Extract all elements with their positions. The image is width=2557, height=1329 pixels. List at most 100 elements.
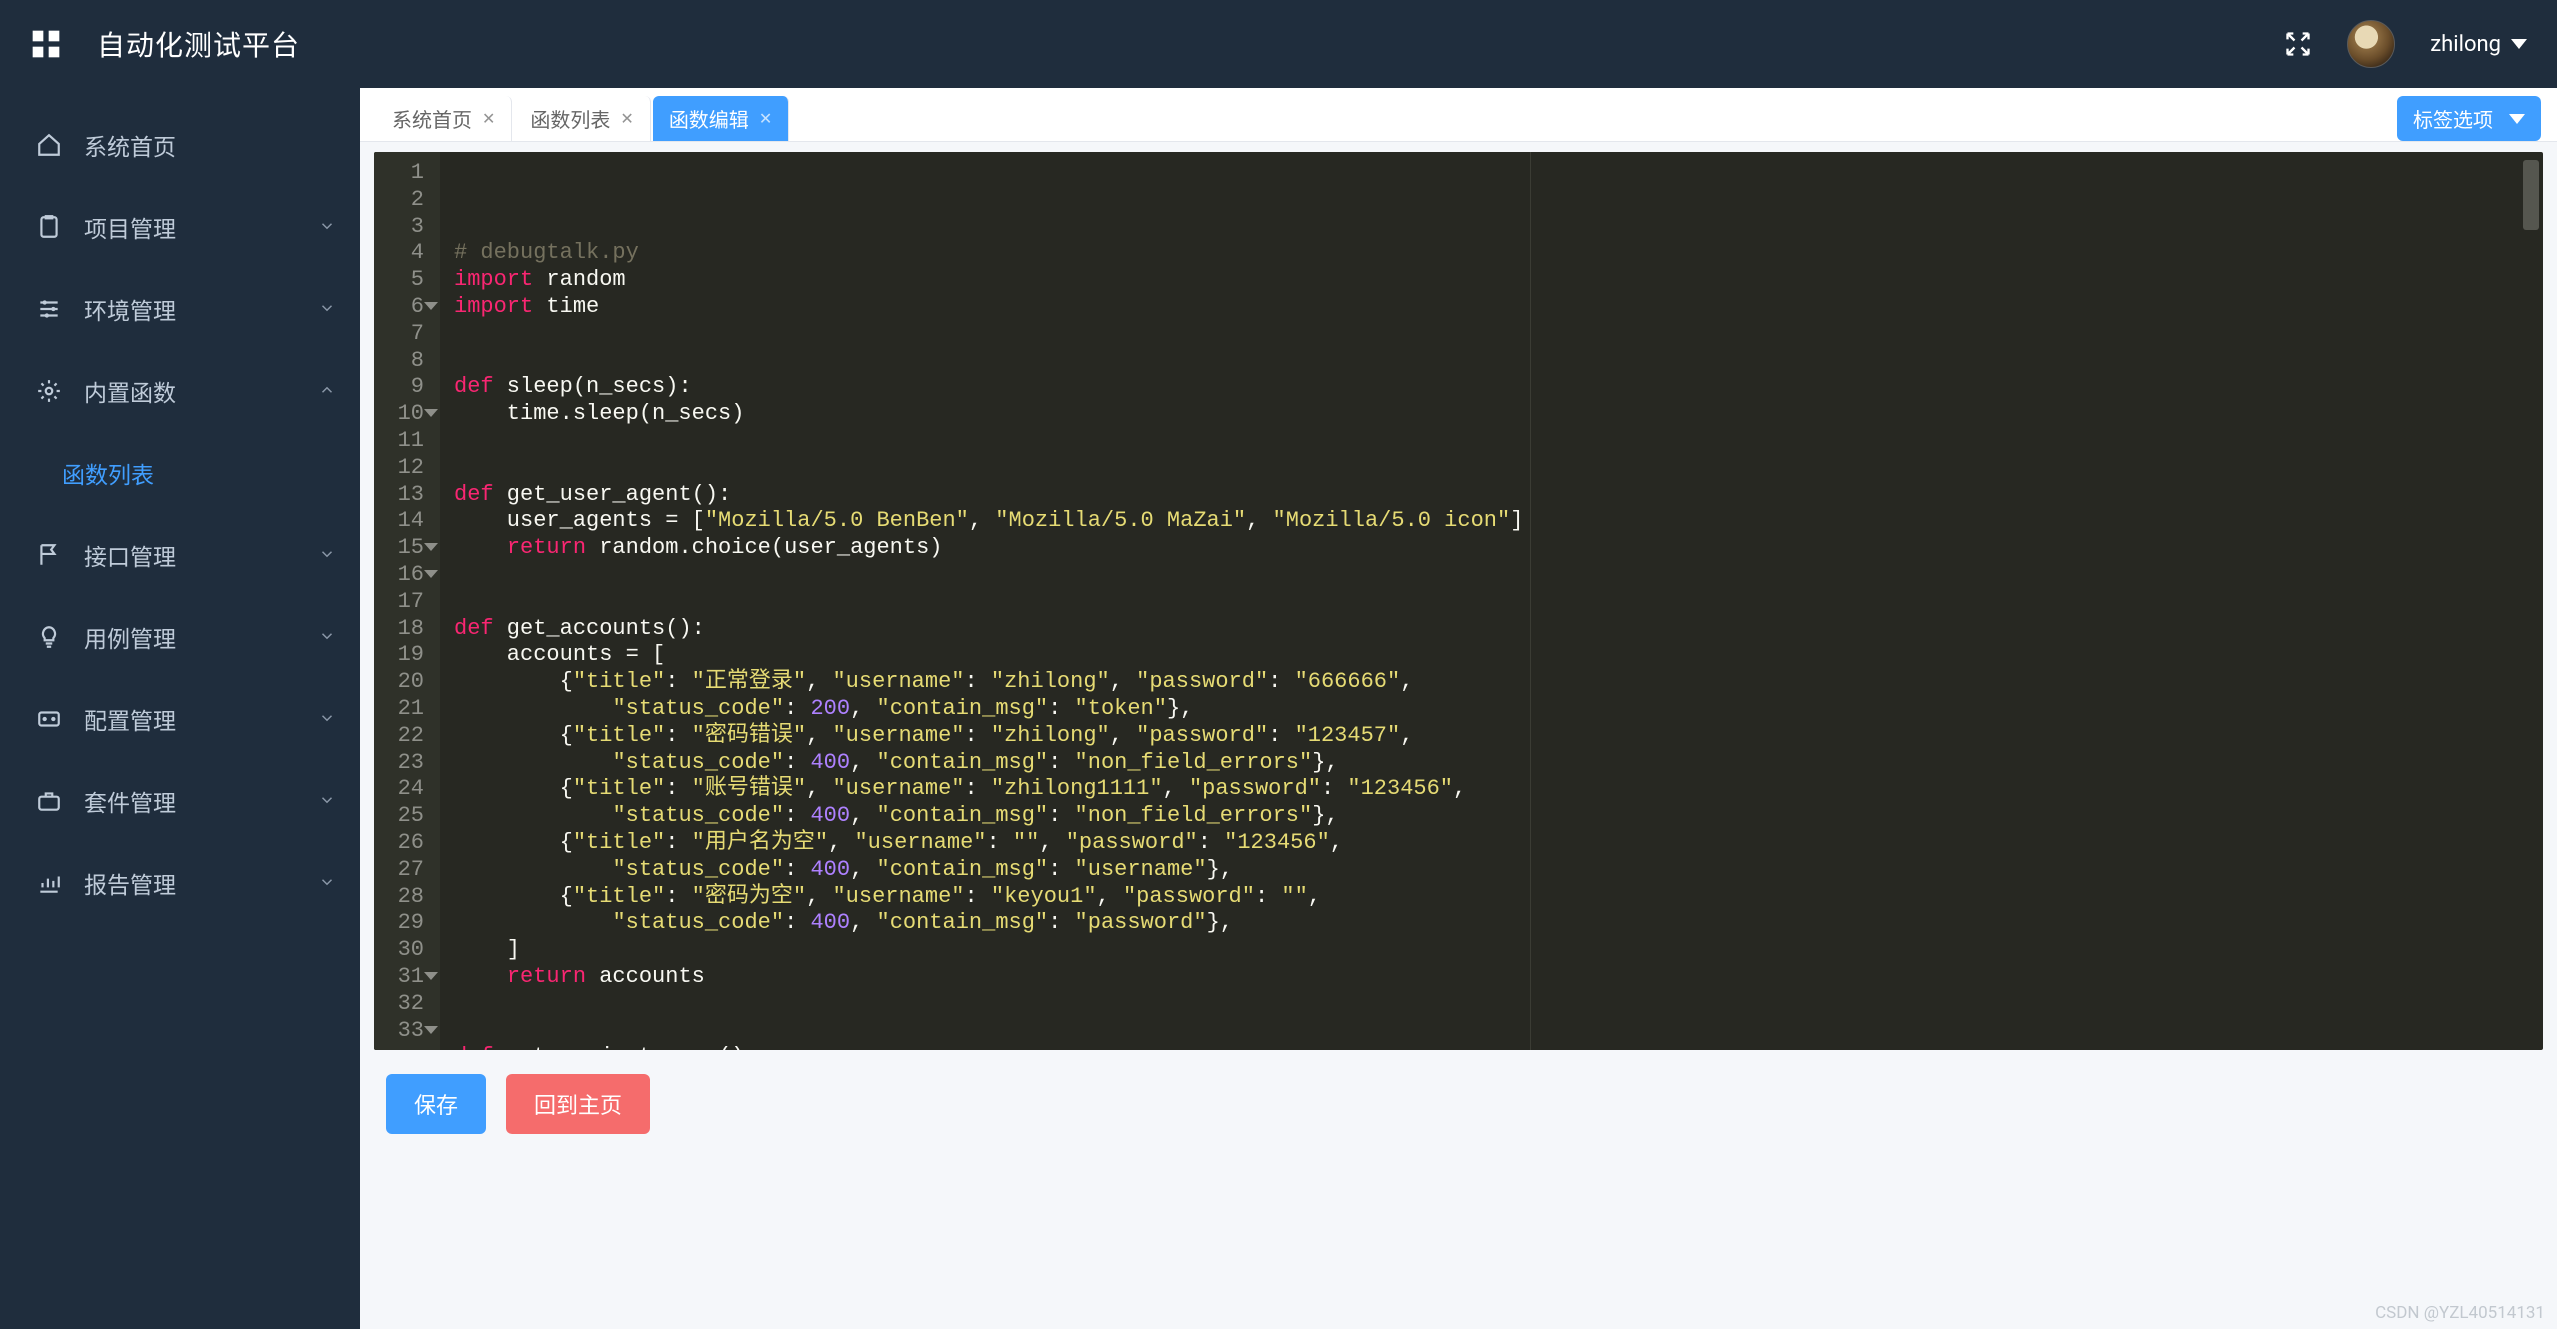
sidebar-item-0[interactable]: 系统首页 [0, 104, 360, 186]
line-number: 25 [374, 803, 428, 830]
chevron-down-icon [2511, 39, 2527, 49]
close-icon[interactable]: ✕ [620, 109, 633, 128]
apps-icon[interactable] [30, 28, 62, 60]
line-number: 14 [374, 508, 428, 535]
main: 系统首页✕函数列表✕函数编辑✕ 标签选项 1234567891011121314… [360, 88, 2557, 1329]
sidebar-item-label: 配置管理 [84, 702, 176, 736]
editor-code[interactable]: # debugtalk.pyimport randomimport time d… [440, 152, 2543, 1050]
code-line [454, 348, 2543, 375]
gear-icon [36, 378, 62, 404]
line-number: 26 [374, 830, 428, 857]
sidebar-item-4[interactable]: 接口管理 [0, 514, 360, 596]
line-number: 32 [374, 991, 428, 1018]
sidebar-subitem-function-list[interactable]: 函数列表 [0, 432, 360, 514]
code-line: def get_user_agent(): [454, 482, 2543, 509]
code-line: "status_code": 200, "contain_msg": "toke… [454, 696, 2543, 723]
sidebar-item-label: 用例管理 [84, 620, 176, 654]
editor-gutter: 1234567891011121314151617181920212223242… [374, 152, 440, 1050]
line-number: 9 [374, 374, 428, 401]
close-icon[interactable]: ✕ [482, 109, 495, 128]
sidebar-item-6[interactable]: 配置管理 [0, 678, 360, 760]
line-number: 24 [374, 776, 428, 803]
code-line: accounts = [ [454, 642, 2543, 669]
sidebar-item-2[interactable]: 环境管理 [0, 268, 360, 350]
code-line: def get_accounts(): [454, 616, 2543, 643]
line-number: 16 [374, 562, 428, 589]
scrollbar-thumb[interactable] [2523, 160, 2539, 230]
flag-icon [36, 542, 62, 568]
tab-options-button[interactable]: 标签选项 [2397, 96, 2541, 141]
config-icon [36, 706, 62, 732]
sidebar-item-label: 内置函数 [84, 374, 176, 408]
tab-1[interactable]: 函数列表✕ [514, 96, 650, 141]
sliders-icon [36, 296, 62, 322]
avatar[interactable] [2347, 20, 2395, 68]
line-number: 28 [374, 884, 428, 911]
line-number: 33 [374, 1018, 428, 1045]
code-line: {"title": "账号错误", "username": "zhilong11… [454, 776, 2543, 803]
code-line: # debugtalk.py [454, 240, 2543, 267]
expand-icon [318, 296, 336, 323]
expand-icon [318, 542, 336, 569]
back-button[interactable]: 回到主页 [506, 1074, 650, 1134]
user-dropdown[interactable]: zhilong [2430, 32, 2527, 57]
sidebar: 系统首页项目管理环境管理内置函数函数列表接口管理用例管理配置管理套件管理报告管理 [0, 88, 360, 1329]
tab-0[interactable]: 系统首页 ✕ [376, 96, 512, 141]
expand-icon [318, 214, 336, 241]
sidebar-item-5[interactable]: 用例管理 [0, 596, 360, 678]
line-number: 18 [374, 616, 428, 643]
line-number: 11 [374, 428, 428, 455]
code-line [454, 455, 2543, 482]
tab-2[interactable]: 函数编辑 ✕ [653, 96, 789, 141]
line-number: 19 [374, 642, 428, 669]
line-number: 7 [374, 321, 428, 348]
code-line: import random [454, 267, 2543, 294]
line-number: 23 [374, 750, 428, 777]
expand-icon [318, 870, 336, 897]
footer-buttons: 保存 回到主页 [360, 1050, 2557, 1134]
save-button[interactable]: 保存 [386, 1074, 486, 1134]
sidebar-item-3[interactable]: 内置函数 [0, 350, 360, 432]
brand-title: 自动化测试平台 [97, 24, 300, 64]
close-icon[interactable]: ✕ [759, 109, 772, 128]
watermark: CSDN @YZL40514131 [2375, 1303, 2545, 1323]
line-number: 17 [374, 589, 428, 616]
line-number: 27 [374, 857, 428, 884]
code-line: import time [454, 294, 2543, 321]
code-line [454, 562, 2543, 589]
line-number: 5 [374, 267, 428, 294]
code-line: {"title": "用户名为空", "username": "", "pass… [454, 830, 2543, 857]
tab-label: 函数编辑 [669, 104, 749, 133]
sidebar-item-1[interactable]: 项目管理 [0, 186, 360, 268]
header-left: 自动化测试平台 [30, 24, 300, 64]
chart-icon [36, 870, 62, 896]
line-number: 3 [374, 214, 428, 241]
line-number: 22 [374, 723, 428, 750]
code-line: user_agents = ["Mozilla/5.0 BenBen", "Mo… [454, 508, 2543, 535]
tab-label: 系统首页 [392, 104, 472, 133]
code-line: def get_project_name(): [454, 1044, 2543, 1050]
sidebar-item-8[interactable]: 报告管理 [0, 842, 360, 924]
header: 自动化测试平台 zhilong [0, 0, 2557, 88]
tabbar: 系统首页✕函数列表✕函数编辑✕ 标签选项 [360, 88, 2557, 142]
code-line: return accounts [454, 964, 2543, 991]
sidebar-item-7[interactable]: 套件管理 [0, 760, 360, 842]
code-line [454, 589, 2543, 616]
sidebar-item-label: 系统首页 [84, 128, 176, 162]
fullscreen-icon[interactable] [2284, 30, 2312, 58]
line-number: 15 [374, 535, 428, 562]
code-editor[interactable]: 1234567891011121314151617181920212223242… [374, 152, 2543, 1050]
line-number: 6 [374, 294, 428, 321]
code-line: "status_code": 400, "contain_msg": "user… [454, 857, 2543, 884]
code-line: {"title": "密码错误", "username": "zhilong",… [454, 723, 2543, 750]
expand-icon [318, 624, 336, 651]
line-number: 12 [374, 455, 428, 482]
code-line: {"title": "正常登录", "username": "zhilong",… [454, 669, 2543, 696]
sidebar-item-label: 套件管理 [84, 784, 176, 818]
expand-icon [318, 706, 336, 733]
line-number: 30 [374, 937, 428, 964]
layout: 系统首页项目管理环境管理内置函数函数列表接口管理用例管理配置管理套件管理报告管理… [0, 88, 2557, 1329]
sidebar-item-label: 接口管理 [84, 538, 176, 572]
code-line [454, 428, 2543, 455]
code-line: "status_code": 400, "contain_msg": "non_… [454, 750, 2543, 777]
